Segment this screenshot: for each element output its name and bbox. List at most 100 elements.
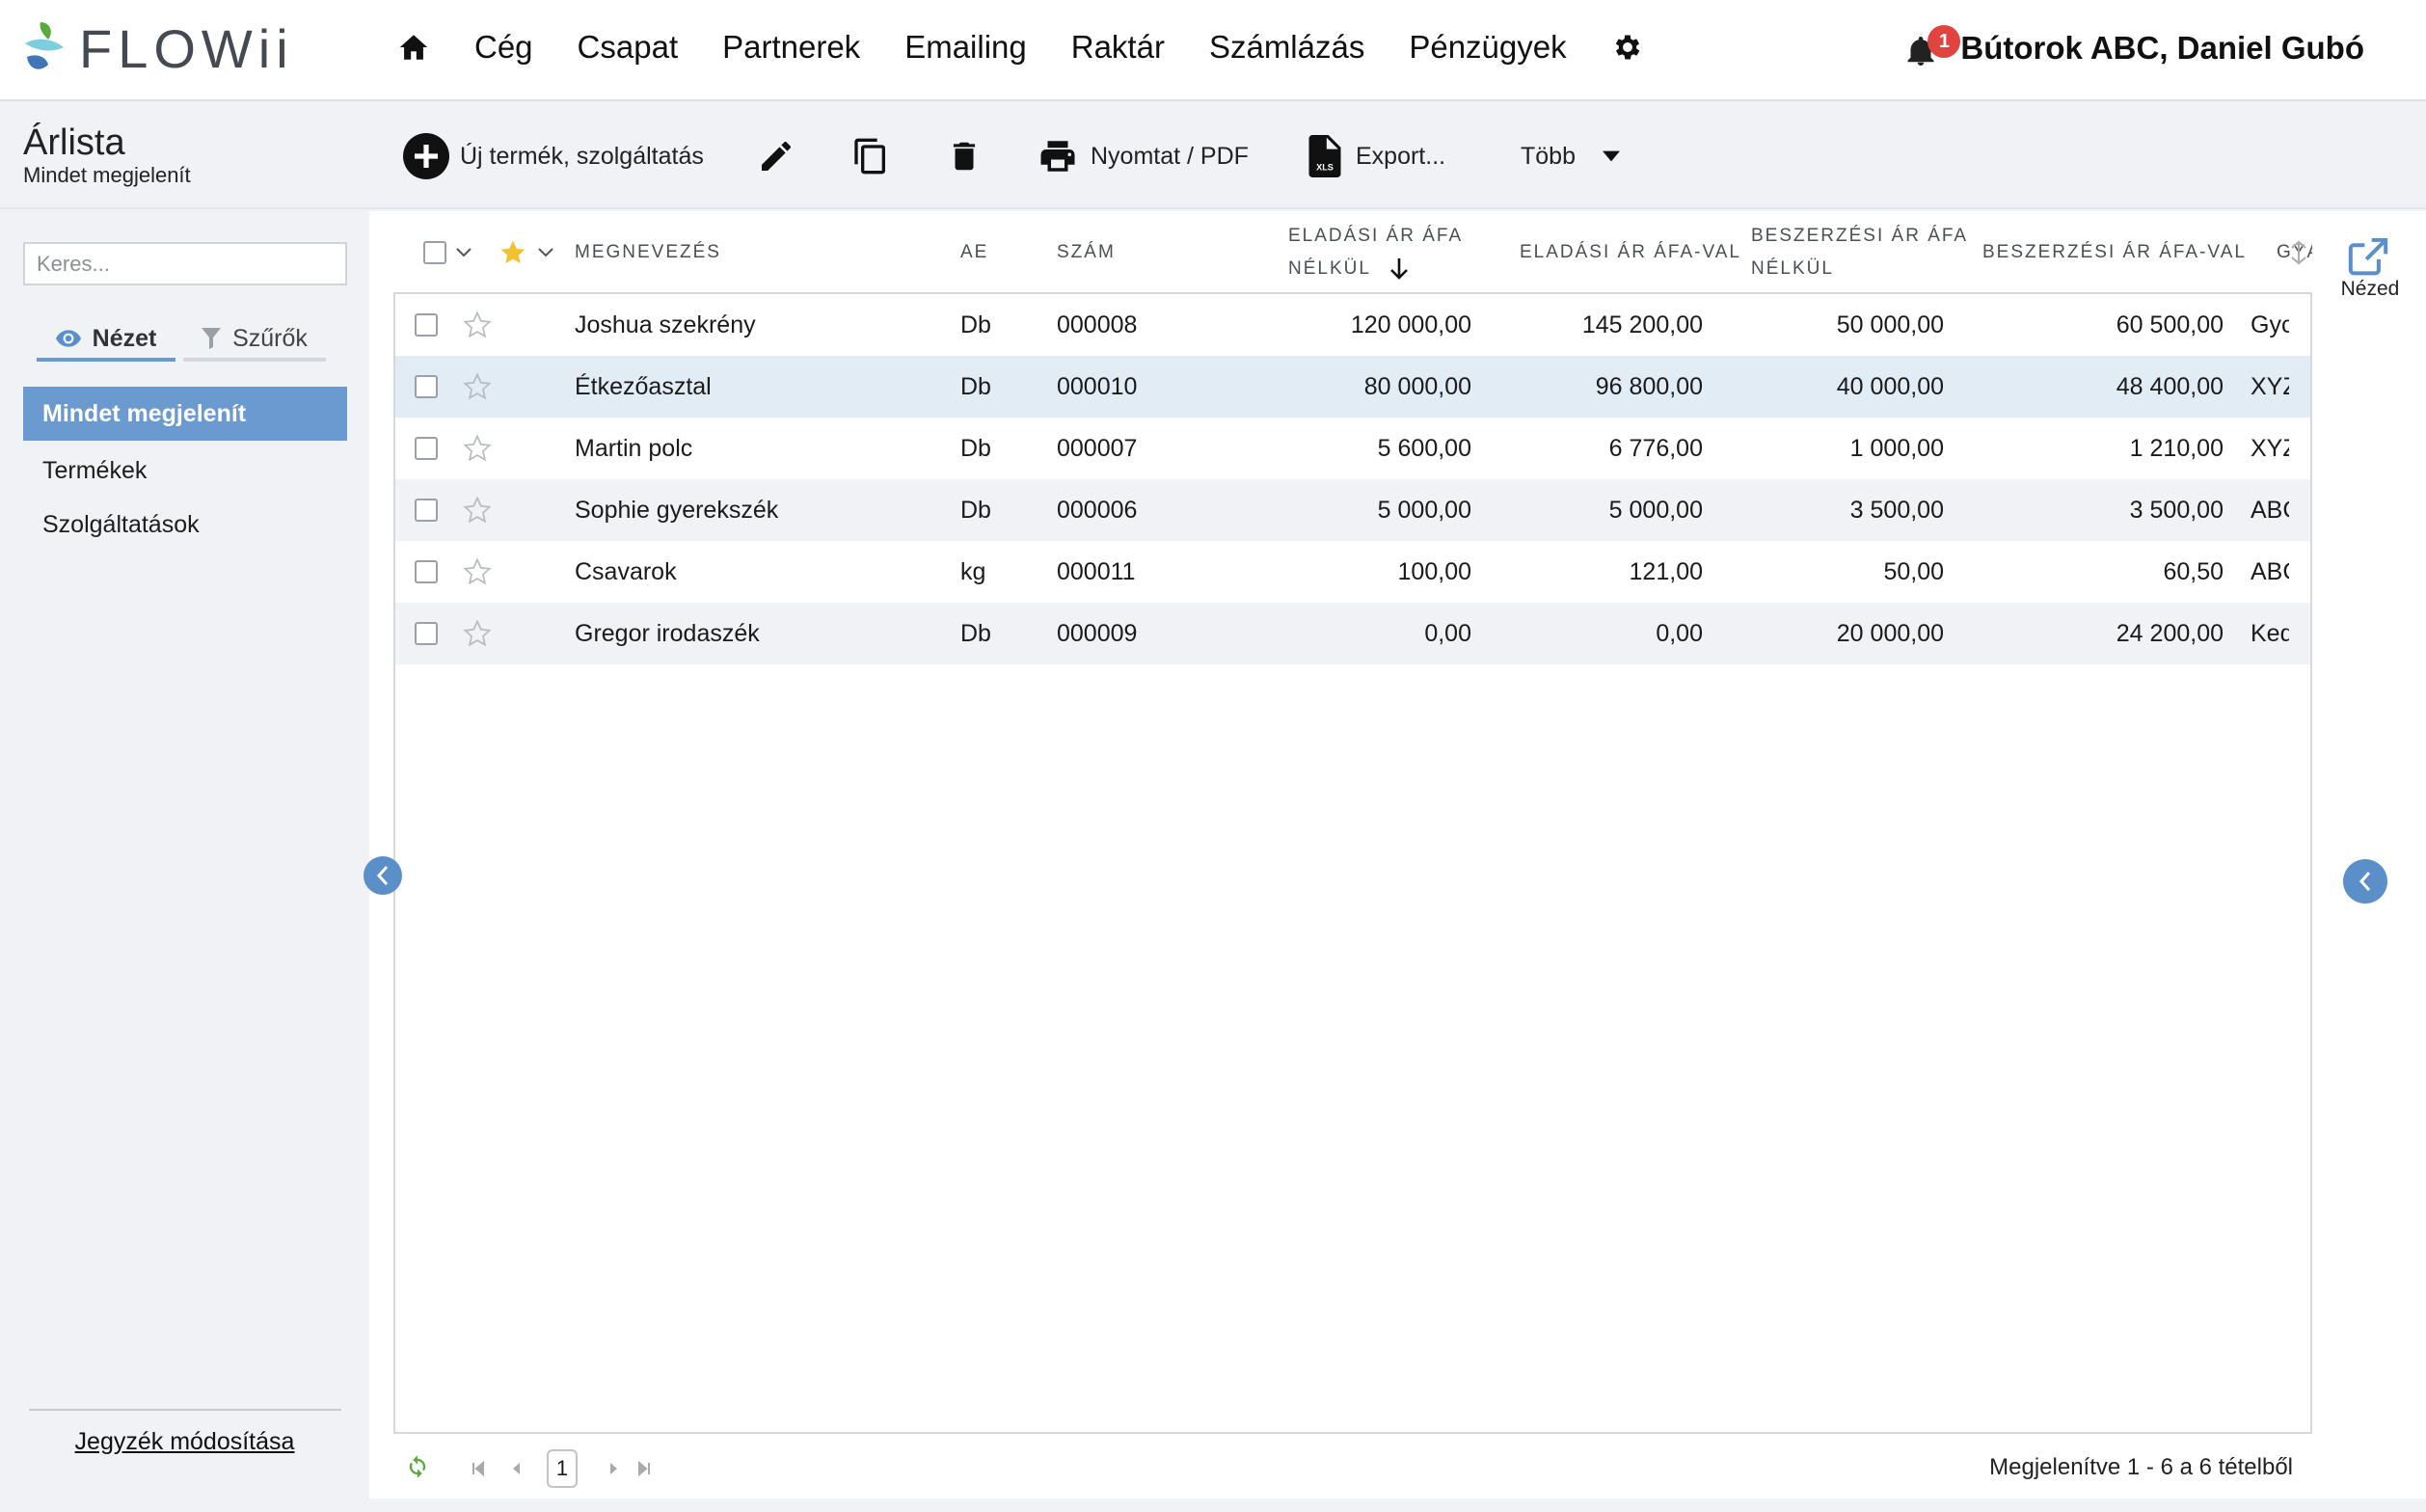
print-pdf-button[interactable]: Nyomtat / PDF bbox=[1037, 103, 1249, 209]
edit-list-link[interactable]: Jegyzék módosítása bbox=[0, 1428, 369, 1456]
previous-page-icon[interactable] bbox=[509, 1461, 523, 1476]
notification-bell-icon[interactable]: 1 bbox=[1906, 25, 1961, 68]
cell-sell-gross: 121,00 bbox=[1629, 557, 1703, 585]
star-outline-icon[interactable] bbox=[463, 619, 492, 648]
cell-name: Csavarok bbox=[575, 557, 677, 585]
xls-file-icon: XLS bbox=[1308, 135, 1341, 177]
more-label: Több bbox=[1521, 142, 1576, 170]
cell-buy-net: 50,00 bbox=[1883, 557, 1944, 585]
row-checkbox[interactable] bbox=[415, 375, 438, 398]
table-row[interactable]: Sophie gyerekszék Db 000006 5 000,00 5 000,0… bbox=[395, 479, 2310, 541]
last-page-icon[interactable] bbox=[636, 1461, 652, 1476]
row-checkbox[interactable] bbox=[415, 622, 438, 645]
delete-button[interactable] bbox=[946, 103, 983, 209]
column-header-sell-net[interactable]: ELADÁSI ÁR ÁFA NÉLKÜL bbox=[1288, 211, 1500, 294]
column-header-buy-gross[interactable]: BESZERZÉSI ÁR ÁFA-VAL bbox=[1982, 211, 2247, 294]
sidebar: Nézet Szűrők Mindet megjelenít Termékek … bbox=[0, 211, 369, 1512]
row-favorite-cell bbox=[463, 479, 501, 541]
column-header-sell-gross[interactable]: ELADÁSI ÁR ÁFA-VAL bbox=[1520, 211, 1741, 294]
cell-number: 000009 bbox=[1057, 619, 1138, 647]
cell-name: Martin polc bbox=[575, 434, 693, 462]
table-row[interactable]: Étkezőasztal Db 000010 80 000,00 96 800,00 40… bbox=[395, 356, 2310, 418]
export-button[interactable]: XLS Export... bbox=[1307, 103, 1445, 209]
column-header-number[interactable]: SZÁM bbox=[1057, 211, 1116, 294]
star-outline-icon[interactable] bbox=[463, 557, 492, 586]
nav-item-szamlazas[interactable]: Számlázás bbox=[1209, 29, 1364, 66]
chevron-left-icon bbox=[376, 866, 389, 885]
cell-sell-gross: 5 000,00 bbox=[1608, 496, 1703, 524]
table-row[interactable]: Csavarok kg 000011 100,00 121,00 50,00 60,50 AB… bbox=[395, 541, 2310, 603]
cell-unit: kg bbox=[960, 557, 986, 585]
nav-item-penzugyek[interactable]: Pénzügyek bbox=[1409, 29, 1566, 66]
table-row[interactable]: Gregor irodaszék Db 000009 0,00 0,00 20 000,0… bbox=[395, 603, 2310, 664]
sort-arrow-down-icon bbox=[1390, 258, 1408, 280]
export-label: Export... bbox=[1356, 142, 1446, 170]
current-page-box[interactable]: 1 bbox=[547, 1449, 578, 1488]
star-outline-icon[interactable] bbox=[463, 310, 492, 339]
notification-badge: 1 bbox=[1927, 25, 1961, 58]
refresh-icon[interactable] bbox=[403, 1453, 432, 1480]
copy-button[interactable] bbox=[851, 103, 890, 209]
chevron-down-icon bbox=[538, 248, 553, 257]
home-icon[interactable] bbox=[397, 32, 430, 63]
column-resize-handle-icon[interactable] bbox=[2288, 240, 2309, 265]
cell-buy-gross: 60,50 bbox=[2163, 557, 2224, 585]
sidebar-item-services[interactable]: Szolgáltatások bbox=[23, 498, 347, 552]
cell-number: 000007 bbox=[1057, 434, 1138, 462]
user-area: 1 Bútorok ABC, Daniel Gubó bbox=[1906, 25, 2364, 68]
sidebar-item-show-all[interactable]: Mindet megjelenít bbox=[23, 387, 347, 441]
tab-filters[interactable]: Szűrők bbox=[183, 319, 326, 362]
next-page-icon[interactable] bbox=[607, 1461, 621, 1476]
row-favorite-cell bbox=[463, 603, 501, 664]
cell-supplier: ABC bbox=[2251, 557, 2289, 585]
cell-unit: Db bbox=[960, 434, 991, 462]
logo-mark-icon bbox=[25, 22, 64, 69]
star-outline-icon[interactable] bbox=[463, 434, 492, 463]
star-outline-icon[interactable] bbox=[463, 372, 492, 401]
collapse-right-panel-button[interactable] bbox=[2343, 859, 2387, 904]
column-header-sell-net-line1: ELADÁSI ÁR ÁFA bbox=[1288, 226, 1464, 246]
collapse-sidebar-button[interactable] bbox=[364, 856, 402, 895]
cell-buy-gross: 1 210,00 bbox=[2129, 434, 2224, 462]
column-header-buy-net[interactable]: BESZERZÉSI ÁR ÁFA NÉLKÜL bbox=[1751, 211, 1966, 294]
cell-sell-gross: 96 800,00 bbox=[1595, 372, 1703, 400]
more-dropdown[interactable]: Több bbox=[1521, 103, 1620, 209]
nav-item-emailing[interactable]: Emailing bbox=[904, 29, 1027, 66]
star-outline-icon[interactable] bbox=[463, 496, 492, 525]
row-favorite-cell bbox=[463, 541, 501, 603]
search-input[interactable] bbox=[23, 242, 347, 285]
cell-unit: Db bbox=[960, 372, 991, 400]
flowii-logo[interactable]: FLOWii bbox=[21, 15, 294, 81]
row-checkbox[interactable] bbox=[415, 313, 438, 337]
view-link-label[interactable]: Nézed bbox=[2338, 278, 2402, 301]
cell-sell-gross: 6 776,00 bbox=[1608, 434, 1703, 462]
edit-button[interactable] bbox=[757, 103, 795, 209]
cell-unit: Db bbox=[960, 619, 991, 647]
row-checkbox[interactable] bbox=[415, 499, 438, 522]
gear-icon[interactable] bbox=[1611, 31, 1644, 64]
table-row[interactable]: Joshua szekrény Db 000008 120 000,00 145 200… bbox=[395, 294, 2310, 356]
table-row[interactable]: Martin polc Db 000007 5 600,00 6 776,00 1 000… bbox=[395, 418, 2310, 479]
nav-item-ceg[interactable]: Cég bbox=[474, 29, 533, 66]
first-page-icon[interactable] bbox=[471, 1461, 486, 1476]
row-checkbox[interactable] bbox=[415, 437, 438, 460]
nav-item-csapat[interactable]: Csapat bbox=[578, 29, 679, 66]
select-all-control[interactable] bbox=[423, 211, 472, 294]
add-circle-icon bbox=[403, 133, 449, 179]
column-header-unit[interactable]: AE bbox=[960, 211, 988, 294]
favorite-filter-control[interactable] bbox=[499, 211, 553, 294]
sidebar-item-products[interactable]: Termékek bbox=[23, 444, 347, 498]
toolbar: Árlista Mindet megjelenít Új termék, szo… bbox=[0, 103, 2426, 209]
row-checkbox[interactable] bbox=[415, 560, 438, 583]
pager-info: Megjelenítve 1 - 6 a 6 tételből bbox=[1989, 1453, 2293, 1480]
user-company-name[interactable]: Bútorok ABC, Daniel Gubó bbox=[1960, 30, 2364, 67]
tab-view[interactable]: Nézet bbox=[37, 319, 175, 362]
printer-icon bbox=[1040, 141, 1075, 172]
open-external-icon[interactable] bbox=[2347, 238, 2389, 277]
select-all-checkbox[interactable] bbox=[423, 241, 446, 264]
cell-sell-net: 120 000,00 bbox=[1350, 310, 1471, 338]
new-item-button[interactable]: Új termék, szolgáltatás bbox=[403, 103, 704, 209]
nav-item-raktar[interactable]: Raktár bbox=[1071, 29, 1165, 66]
nav-item-partnerek[interactable]: Partnerek bbox=[722, 29, 860, 66]
column-header-name[interactable]: MEGNEVEZÉS bbox=[575, 211, 721, 294]
